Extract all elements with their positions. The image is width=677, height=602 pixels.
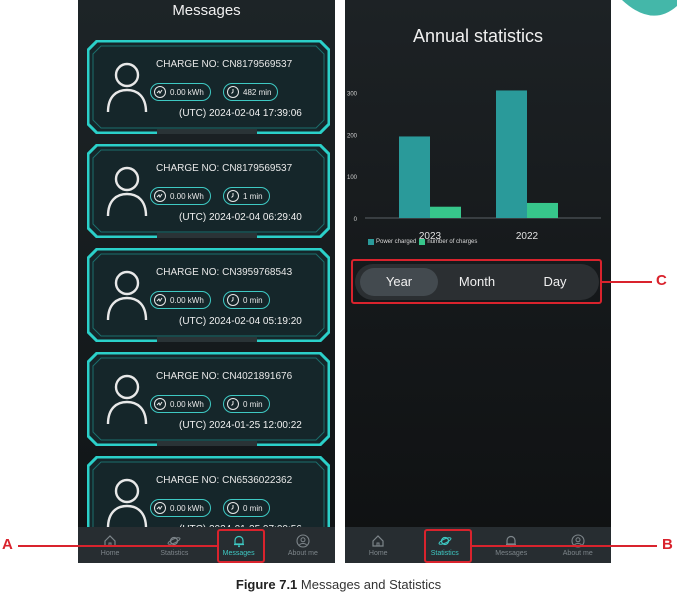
energy-chip: 0.00 kWh [150, 499, 211, 517]
page-title: Annual statistics [412, 26, 544, 46]
legend-item-power: Power charged [368, 239, 416, 245]
energy-value: 0.00 kWh [170, 295, 204, 305]
callout-box-c [351, 259, 602, 304]
duration-value: 1 min [243, 191, 263, 201]
clock-icon [227, 294, 239, 306]
message-timestamp: (UTC) 2024-01-25 12:00:22 [179, 420, 302, 431]
y-tick-label: 200 [347, 133, 358, 139]
tab-about-me[interactable]: About me [271, 527, 335, 563]
bar-number-of-charges-2023 [430, 206, 461, 218]
callout-box-b [424, 529, 472, 563]
charge-number: CHARGE NO: CN6536022362 [156, 475, 293, 486]
charge-number: CHARGE NO: CN4021891676 [156, 371, 293, 382]
message-timestamp: (UTC) 2024-02-04 06:29:40 [179, 212, 302, 223]
avatar-icon [105, 476, 149, 528]
tab-label: Home [368, 549, 388, 557]
energy-icon [154, 398, 166, 410]
message-card[interactable]: CHARGE NO: CN3959768543 0.00 kWh 0 min (UTC… [87, 248, 330, 342]
tab-label: Home [100, 549, 120, 557]
tab-home[interactable]: Home [345, 527, 412, 563]
duration-value: 0 min [243, 295, 263, 305]
messages-screen: Messages CHARGE NO: CN8179569537 0.00 kWh… [78, 0, 335, 563]
clock-icon [227, 502, 239, 514]
legend-label-charges: number of charges [427, 239, 478, 245]
tab-label: About me [287, 549, 318, 557]
clock-icon [227, 190, 239, 202]
message-timestamp: (UTC) 2024-02-04 17:39:06 [179, 108, 302, 119]
callout-line-a [18, 545, 217, 547]
energy-value: 0.00 kWh [170, 87, 204, 97]
duration-chip: 0 min [223, 291, 270, 309]
duration-value: 0 min [243, 503, 263, 513]
legend-label-power: Power charged [376, 239, 417, 245]
caption-text: Messages and Statistics [300, 577, 442, 592]
callout-line-b [472, 545, 657, 547]
energy-icon [154, 294, 166, 306]
annual-bar-chart: 01002003002023 2022 [347, 90, 601, 242]
figure-caption: Figure 7.1 Messages and Statistics [0, 577, 677, 592]
tab-label: Messages [495, 549, 528, 557]
duration-value: 482 min [243, 87, 272, 97]
corner-decoration [622, 0, 677, 16]
clock-icon [227, 86, 239, 98]
duration-chip: 1 min [223, 187, 270, 205]
legend-item-charges: number of charges [419, 239, 477, 245]
duration-chip: 0 min [223, 499, 270, 517]
y-tick-label: 100 [347, 175, 358, 181]
energy-chip: 0.00 kWh [150, 291, 211, 309]
energy-icon [154, 86, 166, 98]
message-list[interactable]: CHARGE NO: CN8179569537 0.00 kWh 482 min (U… [78, 40, 335, 528]
clock-icon [227, 398, 239, 410]
energy-chip: 0.00 kWh [150, 83, 211, 101]
message-card[interactable]: CHARGE NO: CN65360223620.00 kWh0 min(UTC… [87, 456, 330, 528]
chart-legend: Power charged number of charges [368, 239, 480, 245]
tab-label: Statistics [160, 549, 189, 557]
callout-box-a [217, 529, 265, 563]
energy-value: 0.00 kWh [170, 191, 204, 201]
duration-value: 0 min [243, 399, 263, 409]
message-card[interactable]: CHARGE NO: CN8179569537 0.00 kWh 482 min (U… [87, 40, 330, 134]
energy-value: 0.00 kWh [170, 399, 204, 409]
y-tick-label: 300 [347, 92, 358, 98]
callout-label-c: C [656, 272, 667, 289]
duration-chip: 482 min [223, 83, 279, 101]
caption-label: Figure 7.1 [235, 577, 298, 592]
charge-number: CHARGE NO: CN3959768543 [156, 267, 293, 278]
message-timestamp: (UTC) 2024-02-04 05:19:20 [179, 316, 302, 327]
tab-label: About me [562, 549, 593, 557]
home-icon [371, 534, 385, 548]
y-tick-label: 0 [354, 217, 358, 223]
avatar-icon [105, 372, 149, 431]
energy-value: 0.00 kWh [170, 503, 204, 513]
legend-swatch-charges [419, 239, 426, 245]
bar-power-charged-2022 [496, 90, 527, 218]
energy-icon [154, 190, 166, 202]
energy-chip: 0.00 kWh [150, 187, 211, 205]
message-card[interactable]: CHARGE NO: CN8179569537 0.00 kWh 1 min (UTC… [87, 144, 330, 238]
energy-icon [154, 502, 166, 514]
message-card[interactable]: CHARGE NO: CN4021891676 0.00 kWh 0 min (UTC… [87, 352, 330, 446]
avatar-icon [105, 164, 149, 223]
page-title: Messages [172, 2, 241, 19]
user-icon [296, 533, 310, 548]
callout-label-b: B [662, 536, 673, 553]
legend-swatch-power [368, 239, 374, 245]
charge-number: CHARGE NO: CN8179569537 [156, 163, 293, 174]
duration-chip: 0 min [223, 395, 270, 413]
charge-number: CHARGE NO: CN8179569537 [156, 59, 293, 70]
x-tick-label: 2022 [516, 231, 539, 242]
avatar-icon [105, 60, 149, 119]
energy-chip: 0.00 kWh [150, 395, 211, 413]
bar-power-charged-2023 [399, 136, 430, 218]
bar-number-of-charges-2022 [527, 202, 558, 218]
callout-line-c [602, 281, 652, 283]
callout-label-a: A [2, 536, 13, 553]
avatar-icon [105, 268, 149, 327]
